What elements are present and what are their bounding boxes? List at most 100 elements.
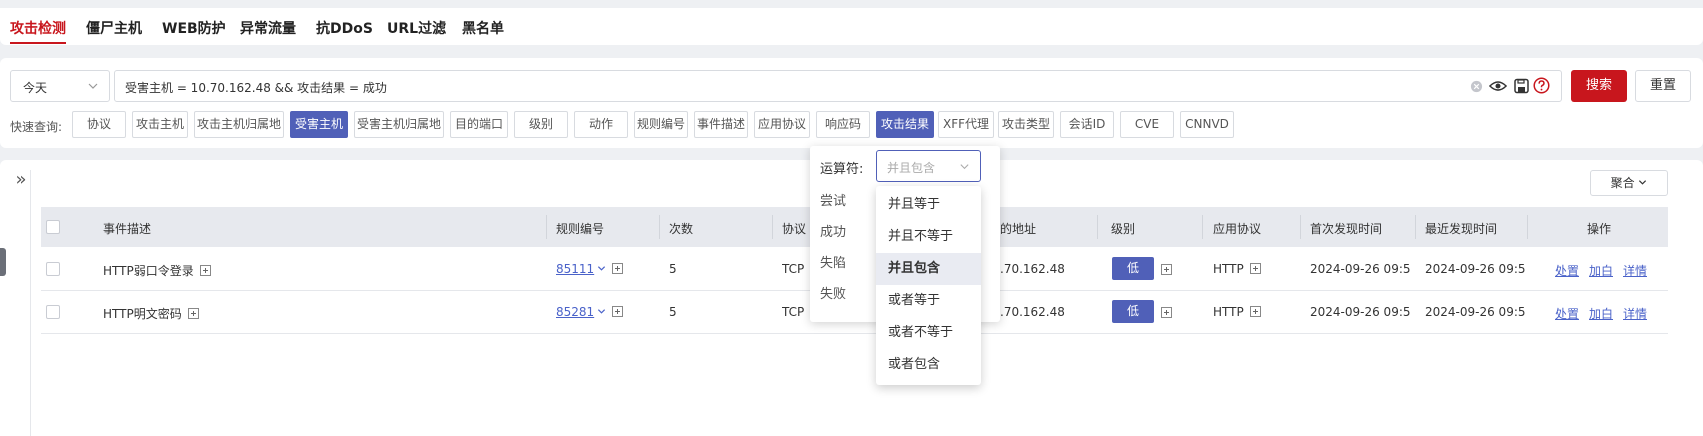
- cell-first-seen: 2024-09-26 09:52...: [1310, 262, 1410, 276]
- chip-attack-host-location[interactable]: 攻击主机归属地: [194, 111, 284, 138]
- rule-id-link[interactable]: 85111: [556, 262, 594, 276]
- cell-event-desc: HTTP弱口令登录: [103, 262, 211, 279]
- chip-attack-result[interactable]: 攻击结果: [876, 111, 934, 138]
- sidebar-divider: [30, 170, 31, 436]
- operator-option-and-equals[interactable]: 并且等于: [876, 189, 981, 221]
- operator-select[interactable]: 并且包含: [876, 150, 981, 182]
- dispose-link[interactable]: 处置: [1555, 305, 1579, 322]
- quick-query-label: 快速查询:: [10, 120, 63, 134]
- chip-victim-host-location[interactable]: 受害主机归属地: [354, 111, 444, 138]
- header-level: 级别: [1111, 222, 1136, 236]
- result-option-success[interactable]: 成功: [820, 221, 846, 240]
- whitelist-link[interactable]: 加白: [1589, 262, 1613, 279]
- active-tab-indicator: [10, 42, 66, 44]
- add-filter-icon[interactable]: [612, 263, 624, 274]
- row-checkbox[interactable]: [46, 305, 60, 319]
- chevron-down-icon[interactable]: [597, 307, 606, 316]
- add-filter-icon[interactable]: [1161, 264, 1172, 275]
- aggregate-button[interactable]: 聚合: [1590, 170, 1668, 196]
- chevron-down-icon[interactable]: [597, 264, 606, 273]
- tab-web-protection[interactable]: WEB防护: [162, 18, 226, 38]
- add-filter-icon[interactable]: [187, 308, 199, 319]
- chip-response-code[interactable]: 响应码: [816, 111, 870, 138]
- cell-count: 5: [669, 305, 677, 319]
- cell-protocol: TCP: [782, 262, 805, 276]
- result-option-compromised[interactable]: 失陷: [820, 252, 846, 271]
- chip-attack-type[interactable]: 攻击类型: [998, 111, 1054, 138]
- column-divider: [1097, 215, 1098, 239]
- date-range-value: 今天: [23, 81, 48, 95]
- add-filter-icon[interactable]: [1161, 307, 1172, 318]
- result-option-attempt[interactable]: 尝试: [820, 190, 846, 209]
- chip-app-protocol[interactable]: 应用协议: [754, 111, 810, 138]
- column-divider: [772, 215, 773, 239]
- save-icon[interactable]: [1514, 78, 1529, 94]
- eye-icon[interactable]: [1489, 78, 1507, 94]
- clear-icon[interactable]: [1470, 80, 1483, 93]
- operator-option-or-contains[interactable]: 或者包含: [876, 349, 981, 381]
- date-range-select[interactable]: 今天: [10, 70, 110, 102]
- cell-count: 5: [669, 262, 677, 276]
- chip-dest-port[interactable]: 目的端口: [450, 111, 508, 138]
- rule-id-link[interactable]: 85281: [556, 305, 594, 319]
- chip-cnnvd[interactable]: CNNVD: [1180, 111, 1234, 138]
- chevron-down-icon: [960, 164, 969, 170]
- add-filter-icon[interactable]: [1249, 263, 1261, 274]
- tab-abnormal-traffic[interactable]: 异常流量: [240, 18, 296, 38]
- cell-last-seen: 2024-09-26 09:53...: [1425, 262, 1525, 276]
- cell-last-seen: 2024-09-26 09:53...: [1425, 305, 1525, 319]
- event-desc-text: HTTP弱口令登录: [103, 264, 194, 278]
- aggregate-label: 聚合: [1610, 176, 1635, 190]
- chip-rule-id[interactable]: 规则编号: [634, 111, 688, 138]
- search-button[interactable]: 搜索: [1571, 70, 1627, 102]
- operator-label: 运算符:: [820, 162, 864, 177]
- cell-first-seen: 2024-09-26 09:52...: [1310, 305, 1410, 319]
- level-badge: 低: [1112, 257, 1154, 280]
- column-divider: [1300, 215, 1301, 239]
- module-tab-bar: 攻击检测 僵尸主机 WEB防护 异常流量 抗DDoS URL过滤 黑名单: [0, 8, 1703, 45]
- header-count: 次数: [669, 222, 694, 236]
- header-last-seen: 最近发现时间: [1425, 222, 1498, 236]
- app-protocol-text: HTTP: [1213, 305, 1244, 319]
- result-option-failed[interactable]: 失败: [820, 283, 846, 302]
- tab-attack-detection[interactable]: 攻击检测: [10, 18, 66, 38]
- row-checkbox[interactable]: [46, 262, 60, 276]
- reset-button[interactable]: 重置: [1635, 70, 1691, 102]
- query-text: 受害主机 = 10.70.162.48 && 攻击结果 = 成功: [125, 81, 387, 95]
- details-link[interactable]: 详情: [1623, 305, 1647, 322]
- operator-option-or-not-equals[interactable]: 或者不等于: [876, 317, 981, 349]
- chip-event-desc[interactable]: 事件描述: [694, 111, 748, 138]
- operator-option-or-equals[interactable]: 或者等于: [876, 285, 981, 317]
- side-handle[interactable]: [0, 248, 6, 276]
- column-divider: [659, 215, 660, 239]
- select-all-checkbox[interactable]: [46, 220, 60, 234]
- chip-action[interactable]: 动作: [574, 111, 628, 138]
- chip-protocol[interactable]: 协议: [72, 111, 126, 138]
- app-protocol-text: HTTP: [1213, 262, 1244, 276]
- header-actions: 操作: [1587, 222, 1612, 236]
- help-icon[interactable]: [1533, 77, 1550, 94]
- tab-blacklist[interactable]: 黑名单: [462, 18, 504, 38]
- chip-level[interactable]: 级别: [514, 111, 568, 138]
- whitelist-link[interactable]: 加白: [1589, 305, 1613, 322]
- chip-victim-host[interactable]: 受害主机: [290, 111, 348, 138]
- chip-session-id[interactable]: 会话ID: [1060, 111, 1114, 138]
- tab-url-filter[interactable]: URL过滤: [387, 18, 446, 38]
- chip-cve[interactable]: CVE: [1120, 111, 1174, 138]
- chip-attack-host[interactable]: 攻击主机: [132, 111, 188, 138]
- cell-rule-id: 85111: [556, 262, 624, 276]
- chip-xff-proxy[interactable]: XFF代理: [938, 111, 994, 138]
- cell-protocol: TCP: [782, 305, 805, 319]
- tab-anti-ddos[interactable]: 抗DDoS: [316, 18, 373, 38]
- operator-option-and-not-equals[interactable]: 并且不等于: [876, 221, 981, 253]
- add-filter-icon[interactable]: [199, 265, 211, 276]
- header-event-desc: 事件描述: [103, 222, 152, 236]
- dispose-link[interactable]: 处置: [1555, 262, 1579, 279]
- expand-sidebar-icon[interactable]: »: [10, 170, 32, 192]
- query-input[interactable]: 受害主机 = 10.70.162.48 && 攻击结果 = 成功: [114, 70, 1562, 102]
- operator-option-and-contains[interactable]: 并且包含: [876, 253, 981, 285]
- add-filter-icon[interactable]: [612, 306, 624, 317]
- tab-zombie-host[interactable]: 僵尸主机: [86, 18, 142, 38]
- details-link[interactable]: 详情: [1623, 262, 1647, 279]
- add-filter-icon[interactable]: [1249, 306, 1261, 317]
